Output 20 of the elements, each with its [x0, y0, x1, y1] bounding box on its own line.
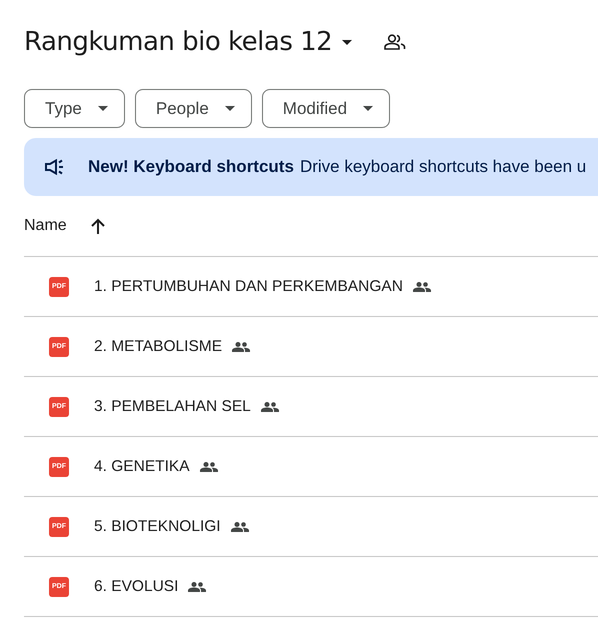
- file-name[interactable]: 4. GENETIKA: [94, 458, 190, 476]
- people-icon[interactable]: [384, 34, 406, 50]
- folder-title[interactable]: Rangkuman bio kelas 12: [24, 27, 332, 57]
- file-name[interactable]: 3. PEMBELAHAN SEL: [94, 398, 251, 416]
- filter-chip[interactable]: Type: [24, 89, 125, 128]
- filter-chip[interactable]: People: [134, 89, 252, 128]
- file-name[interactable]: 5. BIOTEKNOLIGI: [94, 518, 221, 536]
- column-header[interactable]: Name: [24, 217, 67, 235]
- caret-icon: [224, 106, 235, 111]
- sort-arrow-icon[interactable]: [90, 218, 105, 234]
- caret-icon: [98, 106, 108, 111]
- file-name[interactable]: 6. EVOLUSI: [94, 578, 178, 596]
- caret-icon: [363, 106, 374, 111]
- file-name[interactable]: 1. PERTUMBUHAN DAN PERKEMBANGAN: [94, 278, 403, 296]
- megaphone-icon: [44, 159, 66, 175]
- file-name[interactable]: 2. METABOLISME: [94, 338, 222, 356]
- filter-chip[interactable]: Modified: [262, 89, 390, 128]
- banner-heading: New! Keyboard shortcuts: [88, 157, 294, 177]
- banner-text: Drive keyboard shortcuts have been u: [300, 157, 586, 177]
- caret-icon[interactable]: [342, 40, 352, 44]
